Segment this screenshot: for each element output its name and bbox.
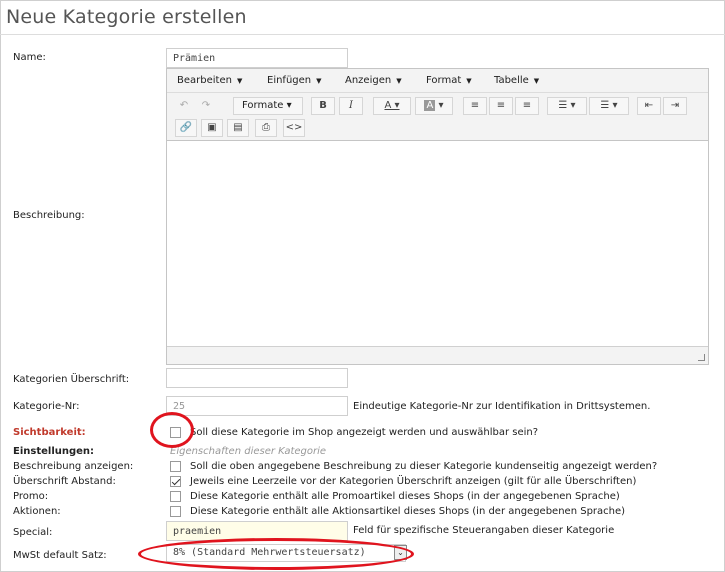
ueberschrift-abstand-label: Überschrift Abstand: xyxy=(13,476,116,487)
formats-dropdown[interactable]: Formate ▾ xyxy=(233,97,303,115)
editor-statusbar xyxy=(167,346,708,364)
editor-toolbar: ↶ ↷ Formate ▾ B I A ▾ A ▾ ≡ ≡ ≡ ☰ ▾ ☰ ▾ … xyxy=(167,93,708,141)
kategorien-ueberschrift-label: Kategorien Überschrift: xyxy=(13,374,130,385)
mwst-label: MwSt default Satz: xyxy=(13,550,107,561)
kategorien-ueberschrift-input[interactable] xyxy=(166,368,348,388)
align-left-icon[interactable]: ≡ xyxy=(463,97,487,115)
kategorie-nr-input[interactable] xyxy=(166,396,348,416)
ueberschrift-abstand-hint: Jeweils eine Leerzeile vor der Kategorie… xyxy=(190,476,637,487)
sichtbarkeit-label: Sichtbarkeit: xyxy=(13,427,86,438)
source-code-icon[interactable]: <> xyxy=(283,119,305,137)
align-right-icon[interactable]: ≡ xyxy=(515,97,539,115)
ueberschrift-abstand-checkbox[interactable] xyxy=(170,476,181,487)
beschreibung-anzeigen-checkbox[interactable] xyxy=(170,461,181,472)
aktionen-hint: Diese Kategorie enthält alle Aktionsarti… xyxy=(190,506,626,517)
description-editor: Bearbeiten ▼ Einfügen ▼ Anzeigen ▼ Format ▼ … xyxy=(166,68,709,365)
name-label: Name: xyxy=(13,52,46,63)
promo-hint: Diese Kategorie enthält alle Promoartike… xyxy=(190,491,620,502)
outdent-icon[interactable]: ⇤ xyxy=(637,97,661,115)
beschreibung-anzeigen-hint: Soll die oben angegebene Beschreibung zu… xyxy=(190,461,658,472)
bullet-list-icon[interactable]: ☰ ▾ xyxy=(547,97,587,115)
bold-icon[interactable]: B xyxy=(311,97,335,115)
kategorie-nr-hint: Eindeutige Kategorie-Nr zur Identifikati… xyxy=(353,401,651,412)
einstellungen-hint: Eigenschaften dieser Kategorie xyxy=(170,446,327,457)
background-color-icon[interactable]: A ▾ xyxy=(415,97,453,115)
media-icon[interactable]: ▤ xyxy=(227,119,249,137)
promo-checkbox[interactable] xyxy=(170,491,181,502)
kategorie-nr-label: Kategorie-Nr: xyxy=(13,401,80,412)
print-icon[interactable]: ⎙ xyxy=(255,119,277,137)
italic-icon[interactable]: I xyxy=(339,97,363,115)
link-icon[interactable]: 🔗 xyxy=(175,119,197,137)
page-title: Neue Kategorie erstellen xyxy=(6,6,247,28)
special-label: Special: xyxy=(13,527,53,538)
aktionen-label: Aktionen: xyxy=(13,506,61,517)
editor-menubar: Bearbeiten ▼ Einfügen ▼ Anzeigen ▼ Format ▼ … xyxy=(167,69,708,93)
name-input[interactable] xyxy=(166,48,348,68)
menu-anzeigen[interactable]: Anzeigen ▼ xyxy=(345,75,402,86)
special-hint: Feld für spezifische Steuerangaben diese… xyxy=(353,525,615,536)
undo-icon[interactable]: ↶ xyxy=(175,97,193,115)
aktionen-checkbox[interactable] xyxy=(170,506,181,517)
beschreibung-label: Beschreibung: xyxy=(13,210,85,221)
einstellungen-label: Einstellungen: xyxy=(13,446,95,457)
image-icon[interactable]: ▣ xyxy=(201,119,223,137)
sichtbarkeit-hint: Soll diese Kategorie im Shop angezeigt w… xyxy=(190,427,539,438)
promo-label: Promo: xyxy=(13,491,49,502)
redo-icon[interactable]: ↷ xyxy=(197,97,215,115)
menu-bearbeiten[interactable]: Bearbeiten ▼ xyxy=(177,75,242,86)
annotation-circle-mwst xyxy=(138,538,414,570)
annotation-circle-sichtbarkeit xyxy=(150,412,194,448)
indent-icon[interactable]: ⇥ xyxy=(663,97,687,115)
menu-format[interactable]: Format ▼ xyxy=(426,75,472,86)
title-divider xyxy=(0,34,725,35)
text-color-icon[interactable]: A ▾ xyxy=(373,97,411,115)
numbered-list-icon[interactable]: ☰ ▾ xyxy=(589,97,629,115)
editor-content-area[interactable] xyxy=(167,142,708,347)
align-center-icon[interactable]: ≡ xyxy=(489,97,513,115)
menu-tabelle[interactable]: Tabelle ▼ xyxy=(494,75,539,86)
beschreibung-anzeigen-label: Beschreibung anzeigen: xyxy=(13,461,134,472)
resize-handle-icon[interactable] xyxy=(698,354,705,361)
menu-einfuegen[interactable]: Einfügen ▼ xyxy=(267,75,322,86)
